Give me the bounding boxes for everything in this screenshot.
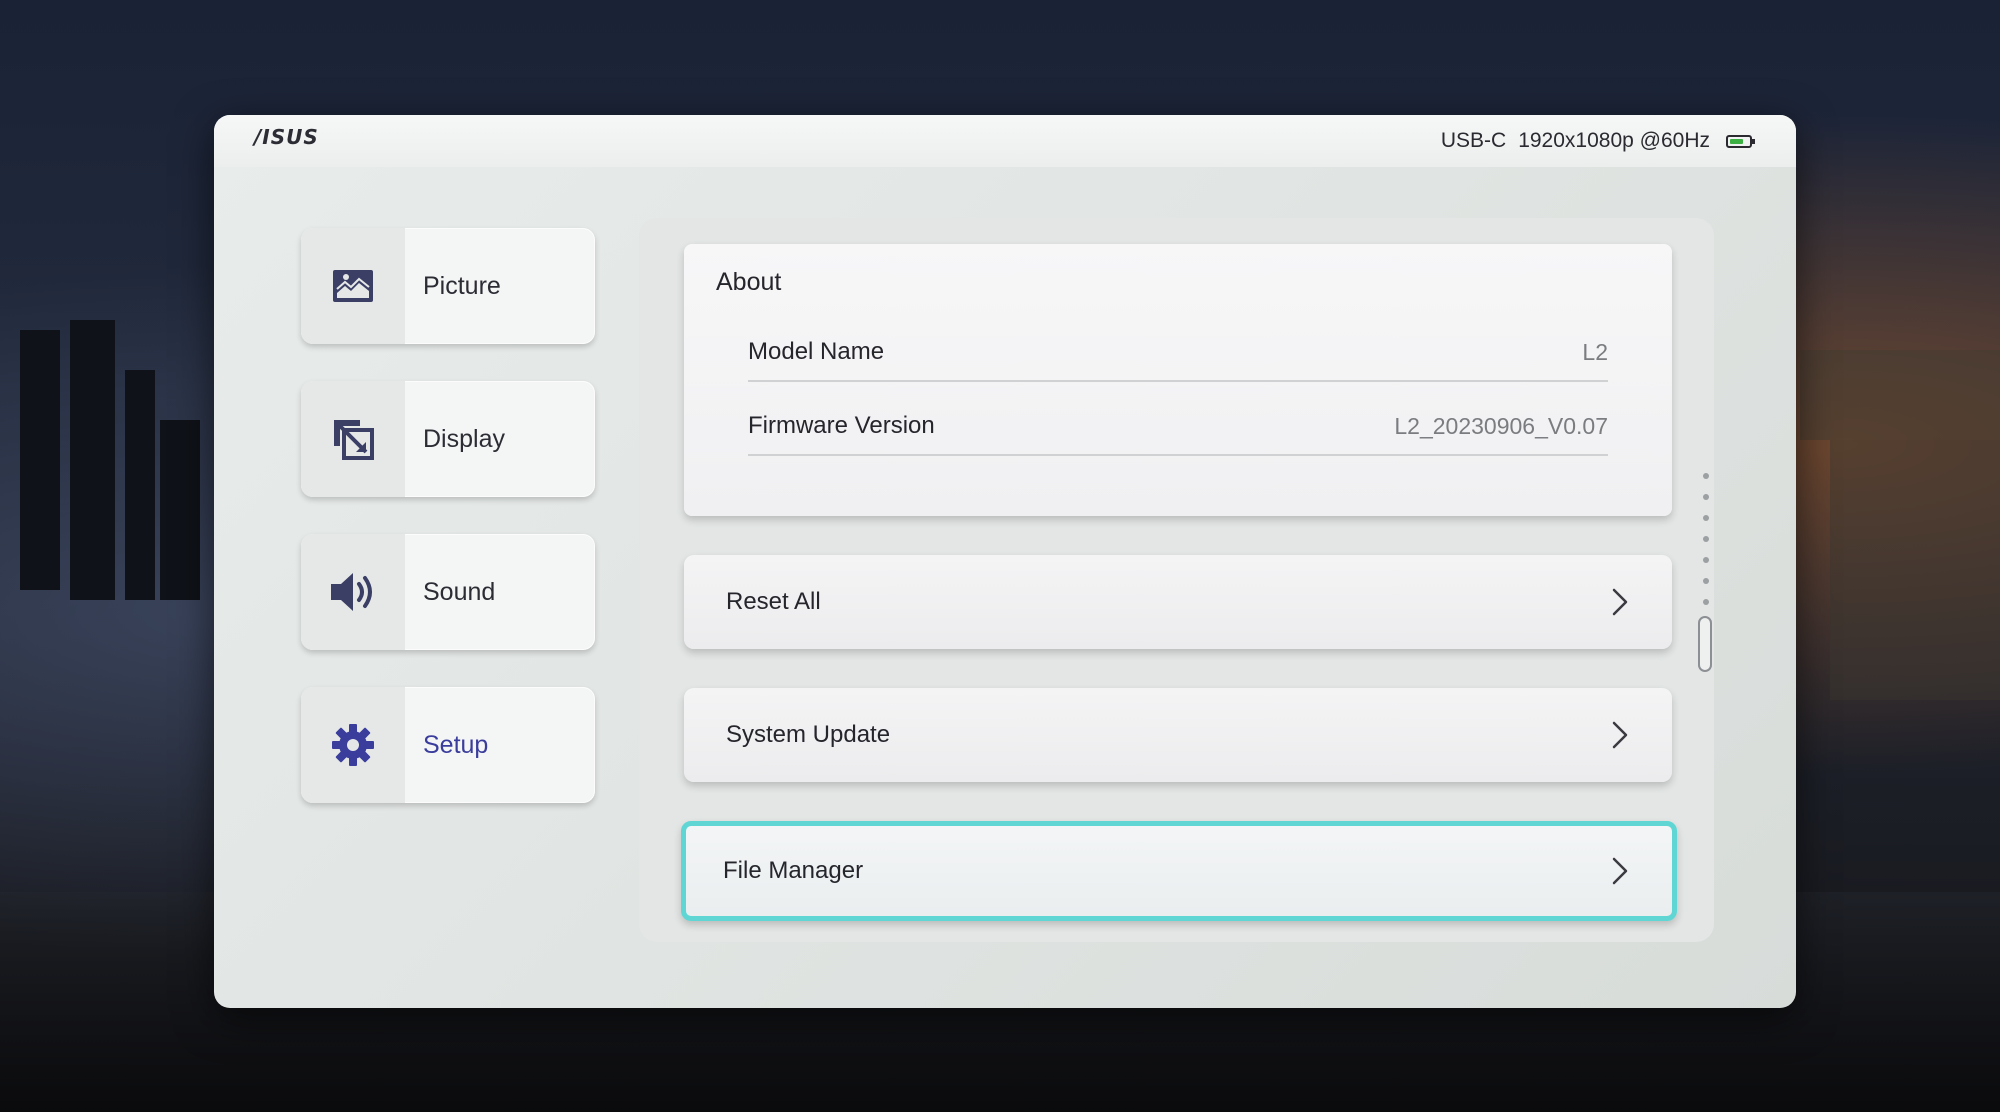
model-name-label: Model Name xyxy=(748,338,885,365)
sidebar-item-label: Setup xyxy=(423,730,489,759)
scroll-thumb[interactable] xyxy=(1698,616,1712,672)
scroll-indicator[interactable] xyxy=(1698,473,1714,673)
firmware-version-label: Firmware Version xyxy=(748,412,935,439)
battery-icon xyxy=(1726,134,1755,148)
resolution-readout: 1920x1080p @60Hz xyxy=(1518,129,1710,152)
sidebar-item-display[interactable]: Display xyxy=(301,381,595,497)
reset-all-label: Reset All xyxy=(726,588,821,615)
display-icon xyxy=(301,381,405,497)
chevron-right-icon xyxy=(1612,721,1628,749)
sidebar-item-picture[interactable]: Picture xyxy=(301,228,595,344)
firmware-version-row: Firmware Version L2_20230906_V0.07 xyxy=(748,398,1608,456)
model-name-value: L2 xyxy=(1582,338,1608,365)
model-name-row: Model Name L2 xyxy=(748,324,1608,382)
gear-icon xyxy=(301,687,405,803)
firmware-version-value: L2_20230906_V0.07 xyxy=(1394,412,1608,439)
reset-all-button[interactable]: Reset All xyxy=(684,555,1672,649)
file-manager-label: File Manager xyxy=(723,857,864,884)
brand-logo: /ISUS xyxy=(254,125,319,149)
top-bar: /ISUS USB-C 1920x1080p @60Hz xyxy=(214,115,1796,167)
chevron-right-icon xyxy=(1612,857,1628,885)
file-manager-button[interactable]: File Manager xyxy=(681,821,1677,921)
about-title: About xyxy=(716,268,782,296)
status-area: USB-C 1920x1080p @60Hz xyxy=(1440,129,1755,153)
about-card: About Model Name L2 Firmware Version L2_… xyxy=(684,244,1672,516)
sidebar-item-label: Picture xyxy=(423,271,501,300)
sidebar-item-label: Sound xyxy=(423,577,496,606)
system-update-button[interactable]: System Update xyxy=(684,688,1672,782)
chevron-right-icon xyxy=(1612,588,1628,616)
sidebar-item-sound[interactable]: Sound xyxy=(301,534,595,650)
input-source: USB-C xyxy=(1440,129,1507,152)
osd-menu: /ISUS USB-C 1920x1080p @60Hz Picture Dis… xyxy=(214,115,1796,1008)
picture-icon xyxy=(301,228,405,344)
sidebar-item-setup[interactable]: Setup xyxy=(301,687,595,803)
setup-panel: About Model Name L2 Firmware Version L2_… xyxy=(639,218,1714,942)
sound-icon xyxy=(301,534,405,650)
system-update-label: System Update xyxy=(726,721,891,748)
sidebar-item-label: Display xyxy=(423,424,505,453)
